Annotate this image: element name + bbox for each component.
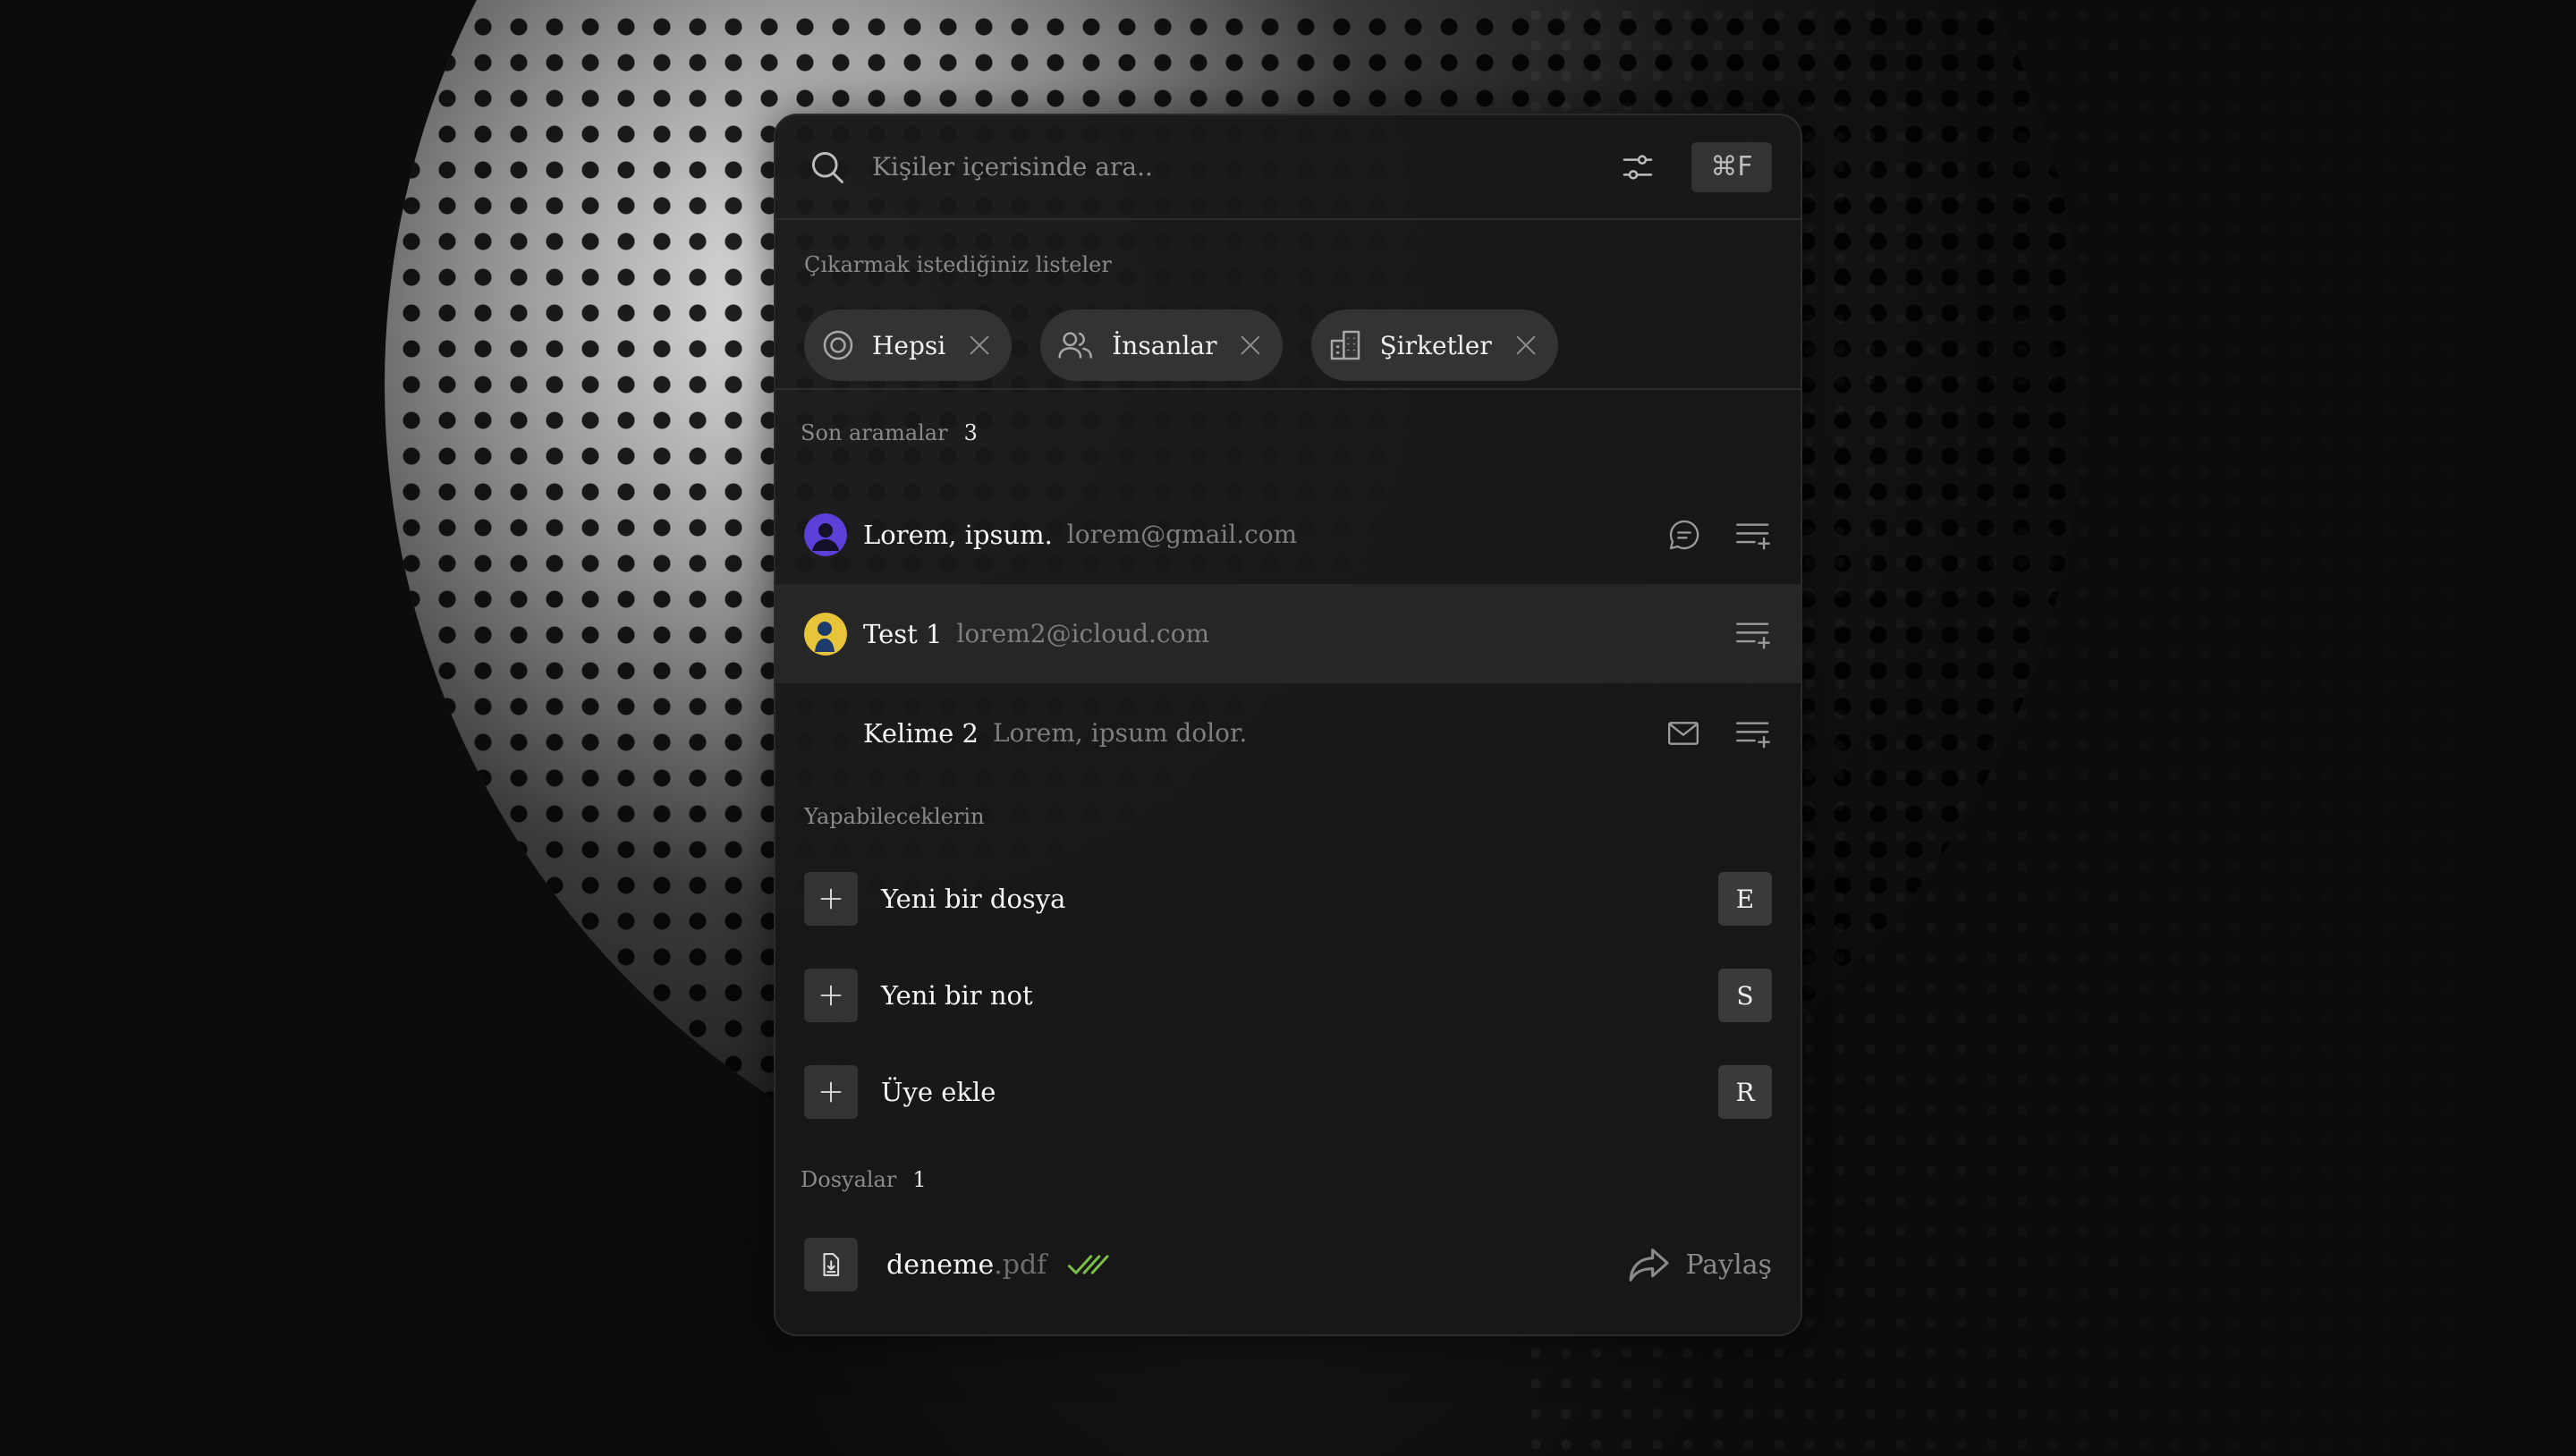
- close-icon[interactable]: [965, 331, 994, 360]
- shortcut-key: R: [1718, 1065, 1772, 1119]
- result-name: Test 1: [863, 618, 943, 649]
- recent-searches-header: Son aramalar 3: [775, 390, 1801, 449]
- result-description: Lorem, ipsum dolor.: [992, 718, 1248, 748]
- row-actions: [1665, 715, 1772, 751]
- result-email: lorem2@icloud.com: [956, 619, 1209, 648]
- share-label: Paylaş: [1685, 1249, 1772, 1281]
- result-email: lorem@gmail.com: [1066, 520, 1298, 549]
- files-count: 1: [912, 1167, 927, 1192]
- avatar-placeholder: [804, 712, 847, 755]
- recent-searches-label: Son aramalar: [801, 420, 948, 445]
- close-icon[interactable]: [1236, 331, 1265, 360]
- desktop-background: ⌘F Çıkarmak istediğiniz listeler Hepsi: [0, 0, 2576, 1456]
- chip-sirketler[interactable]: Şirketler: [1311, 309, 1558, 381]
- plus-icon[interactable]: [804, 1065, 858, 1119]
- add-to-list-icon[interactable]: [1734, 616, 1772, 652]
- action-label: Yeni bir dosya: [881, 884, 1066, 914]
- search-bar: ⌘F: [775, 115, 1801, 220]
- share-arrow-icon: [1628, 1247, 1671, 1282]
- result-name: Lorem, ipsum.: [863, 519, 1053, 550]
- chip-insanlar[interactable]: İnsanlar: [1040, 309, 1284, 381]
- search-input[interactable]: [870, 151, 1620, 182]
- plus-icon[interactable]: [804, 969, 858, 1022]
- file-extension: .pdf: [994, 1249, 1047, 1281]
- shortcut-key: S: [1718, 969, 1772, 1022]
- file-download-icon[interactable]: [804, 1238, 858, 1291]
- search-icon: [808, 148, 847, 187]
- avatar: [804, 512, 847, 556]
- action-label: Yeni bir not: [881, 980, 1033, 1011]
- users-icon: [1056, 327, 1096, 363]
- actions-section-label: Yapabileceklerin: [804, 804, 985, 829]
- exclude-lists-section: Çıkarmak istediğiniz listeler Hepsi İnsa…: [775, 220, 1801, 390]
- row-actions: [1734, 616, 1772, 652]
- add-to-list-icon[interactable]: [1734, 517, 1772, 553]
- recent-result-row[interactable]: Kelime 2 Lorem, ipsum dolor.: [775, 683, 1801, 783]
- target-icon: [820, 327, 856, 363]
- exclude-lists-label: Çıkarmak istediğiniz listeler: [804, 252, 1112, 277]
- search-shortcut-badge: ⌘F: [1691, 141, 1772, 192]
- chip-label: Şirketler: [1379, 330, 1492, 360]
- list-chips: Hepsi İnsanlar Şirketler: [804, 309, 1772, 381]
- action-new-note[interactable]: Yeni bir not S: [775, 947, 1801, 1044]
- shortcut-key: E: [1718, 872, 1772, 926]
- files-label: Dosyalar: [801, 1167, 897, 1192]
- building-icon: [1327, 327, 1363, 363]
- recent-searches-count: 3: [963, 420, 978, 445]
- result-name: Kelime 2: [863, 717, 979, 749]
- file-row[interactable]: deneme .pdf Paylaş: [775, 1215, 1801, 1314]
- filter-sliders-icon[interactable]: [1620, 149, 1656, 185]
- mail-icon[interactable]: [1665, 715, 1702, 751]
- chip-hepsi[interactable]: Hepsi: [804, 309, 1013, 381]
- chip-label: Hepsi: [872, 330, 946, 360]
- action-new-file[interactable]: Yeni bir dosya E: [775, 851, 1801, 947]
- row-actions: [1666, 517, 1772, 553]
- share-button[interactable]: Paylaş: [1628, 1247, 1772, 1282]
- avatar: [804, 612, 847, 656]
- recent-result-row[interactable]: Lorem, ipsum. lorem@gmail.com: [775, 485, 1801, 584]
- chip-label: İnsanlar: [1112, 330, 1217, 360]
- files-header: Dosyalar 1: [775, 1140, 1801, 1198]
- add-to-list-icon[interactable]: [1734, 715, 1772, 751]
- command-palette: ⌘F Çıkarmak istediğiniz listeler Hepsi: [774, 114, 1802, 1336]
- close-icon[interactable]: [1512, 331, 1540, 360]
- action-add-member[interactable]: Üye ekle R: [775, 1044, 1801, 1140]
- chat-icon[interactable]: [1666, 517, 1702, 553]
- action-label: Üye ekle: [881, 1077, 996, 1107]
- plus-icon[interactable]: [804, 872, 858, 926]
- double-check-icon: [1066, 1251, 1113, 1278]
- file-name: deneme: [886, 1249, 995, 1281]
- recent-result-row[interactable]: Test 1 lorem2@icloud.com: [775, 584, 1801, 683]
